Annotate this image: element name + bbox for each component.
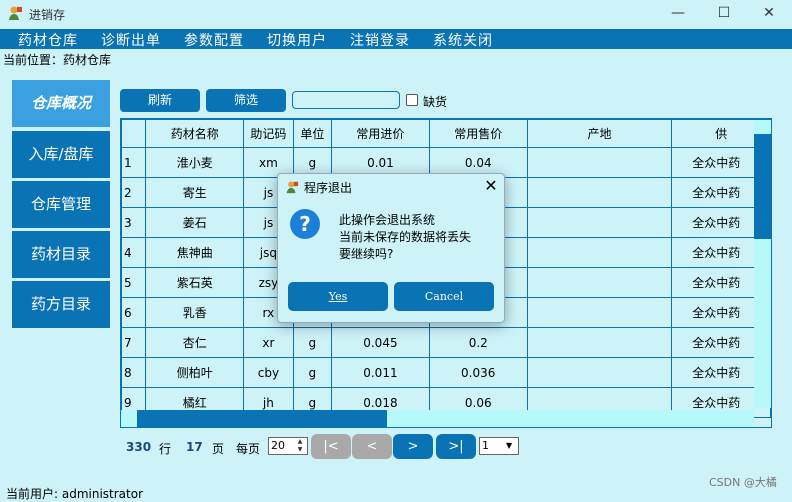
app-logo-icon [286,181,299,194]
modal-overlay: 程序退出 ✕ ? 此操作会退出系统 当前未保存的数据将丢失 要继续吗? Yes … [0,0,792,498]
cancel-button[interactable]: Cancel [394,282,494,311]
yes-button[interactable]: Yes [288,282,388,311]
exit-confirm-dialog: 程序退出 ✕ ? 此操作会退出系统 当前未保存的数据将丢失 要继续吗? Yes … [277,173,505,323]
dialog-message-line-3: 要继续吗? [339,247,394,261]
dialog-message-line-2: 当前未保存的数据将丢失 [339,230,472,244]
question-icon: ? [290,209,320,239]
dialog-message-line-1: 此操作会退出系统 [339,213,436,227]
dialog-close-button[interactable]: ✕ [481,176,501,196]
close-icon: ✕ [484,176,498,195]
yes-button-label: Yes [328,290,348,303]
dialog-title: 程序退出 [304,181,353,195]
